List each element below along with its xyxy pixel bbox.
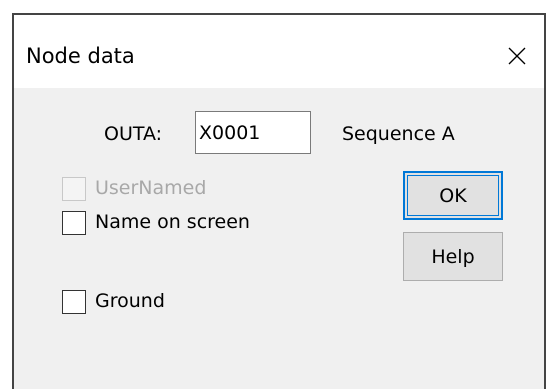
node-name-label: OUTA: <box>104 123 163 145</box>
ok-button-focus-ring <box>407 175 499 216</box>
close-icon <box>508 47 526 65</box>
dialog-title: Node data <box>26 44 135 68</box>
ok-button[interactable]: OK <box>403 171 503 220</box>
name-on-screen-label[interactable]: Name on screen <box>95 210 250 234</box>
usernamed-label: UserNamed <box>95 177 207 199</box>
node-name-input[interactable] <box>195 111 311 154</box>
node-data-dialog: Node data OUTA: Sequence A UserNamed Nam… <box>12 13 546 389</box>
title-bar: Node data <box>14 15 544 88</box>
help-button[interactable]: Help <box>403 232 503 281</box>
usernamed-checkbox <box>62 177 86 201</box>
screenshot-stage: Node data OUTA: Sequence A UserNamed Nam… <box>0 0 556 389</box>
sequence-label: Sequence A <box>342 123 455 145</box>
close-button[interactable] <box>500 39 534 73</box>
name-on-screen-checkbox[interactable] <box>62 211 86 235</box>
ground-checkbox[interactable] <box>62 290 86 314</box>
help-button-label: Help <box>431 245 475 268</box>
ground-label[interactable]: Ground <box>95 289 165 313</box>
